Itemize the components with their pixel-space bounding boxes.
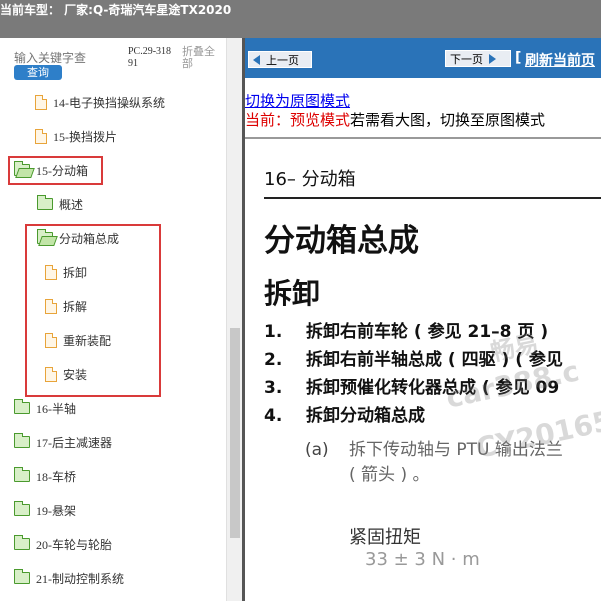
step-number: 3.	[264, 378, 283, 398]
top-title-bar: 当前车型： 厂家:Q-奇瑞汽车星途TX2020	[0, 0, 601, 38]
step-number: 2.	[264, 350, 283, 370]
document-icon	[35, 94, 47, 110]
refresh-bracket: [	[515, 50, 522, 66]
document-viewer: 上一页 下一页 [ 刷新当前页 切换为原图模式 当前：预览模式若需看大图，切换至…	[245, 38, 601, 601]
search-row: 查询 PC.29-31891 折叠全部	[0, 38, 242, 82]
pc-code: PC.29-31891	[128, 46, 172, 69]
tree-item-label: 16-半轴	[36, 401, 76, 416]
next-page-label: 下一页	[450, 53, 483, 66]
arrow-left-icon	[253, 54, 260, 65]
substep-label: (a)	[305, 440, 329, 460]
arrow-right-icon	[489, 53, 496, 64]
procedure-subtitle: 拆卸	[264, 277, 321, 310]
tree-item-axle[interactable]: 18-车桥	[14, 465, 76, 487]
tree-item-label: 17-后主减速器	[36, 435, 112, 450]
switch-original-mode-link[interactable]: 切换为原图模式	[245, 90, 350, 111]
document-icon	[35, 128, 47, 144]
folder-icon	[14, 501, 30, 516]
tree-item-label: 19-悬架	[36, 503, 76, 518]
procedure-substep-continued: ( 箭头 ) 。	[349, 465, 430, 485]
collapse-all-button[interactable]: 折叠全部	[182, 46, 222, 70]
vehicle-title: 当前车型： 厂家:Q-奇瑞汽车星途TX2020	[0, 3, 232, 17]
prev-page-label: 上一页	[266, 54, 299, 67]
refresh-page-link[interactable]: 刷新当前页	[525, 50, 595, 70]
tree-item-label: 21-制动控制系统	[36, 571, 124, 586]
folder-icon	[14, 535, 30, 550]
tree-item-brake-control[interactable]: 21-制动控制系统	[14, 567, 124, 589]
tree-item-electronic-shift[interactable]: 14-电子换挡操纵系统	[35, 91, 165, 113]
step-text: 拆卸分动箱总成	[306, 406, 425, 426]
sidebar: 查询 PC.29-31891 折叠全部 14-电子换挡操纵系统 15-换挡拨片 …	[0, 38, 242, 601]
tree-item-half-shaft[interactable]: 16-半轴	[14, 397, 76, 419]
search-input[interactable]	[14, 50, 122, 65]
page-title: 分动箱总成	[264, 223, 419, 259]
torque-value: 33 ± 3 N · m	[365, 549, 480, 570]
folder-icon	[14, 569, 30, 584]
folder-icon	[37, 195, 53, 210]
scrollbar-thumb[interactable]	[230, 328, 240, 538]
sidebar-scrollbar[interactable]	[226, 38, 242, 601]
folder-icon	[14, 433, 30, 448]
tree-item-overview[interactable]: 概述	[37, 193, 83, 215]
step-number: 1.	[264, 322, 283, 342]
folder-icon	[14, 467, 30, 482]
tree-item-label: 概述	[59, 197, 84, 212]
folder-icon	[14, 399, 30, 414]
highlight-box-assembly	[25, 224, 161, 397]
tree-item-label: 14-电子换挡操纵系统	[53, 95, 165, 110]
tree-item-label: 18-车桥	[36, 469, 76, 484]
section-rule	[264, 197, 601, 199]
torque-label: 紧固扭矩	[349, 527, 421, 548]
section-heading: 16– 分动箱	[264, 169, 356, 190]
mode-status: 当前：预览模式若需看大图，切换至原图模式	[245, 109, 545, 130]
tree-item-rear-final-drive[interactable]: 17-后主减速器	[14, 431, 112, 453]
mode-status-hint: 若需看大图，切换至原图模式	[350, 113, 546, 129]
procedure-step: 4. 拆卸分动箱总成	[264, 401, 425, 426]
mode-status-current: 当前：预览模式	[245, 113, 351, 129]
tree-item-suspension[interactable]: 19-悬架	[14, 499, 76, 521]
step-number: 4.	[264, 406, 283, 426]
highlight-box-transfer-case	[8, 156, 103, 185]
tree-item-label: 15-换挡拨片	[53, 129, 117, 144]
viewer-navbar: 上一页 下一页 [ 刷新当前页	[245, 38, 601, 78]
next-page-button[interactable]: 下一页	[445, 50, 511, 67]
prev-page-button[interactable]: 上一页	[248, 51, 312, 68]
tree-item-paddle-shift[interactable]: 15-换挡拨片	[35, 125, 117, 147]
search-button[interactable]: 查询	[14, 65, 62, 80]
tree-item-label: 20-车轮与轮胎	[36, 537, 112, 552]
tree-item-wheels-tires[interactable]: 20-车轮与轮胎	[14, 533, 112, 555]
